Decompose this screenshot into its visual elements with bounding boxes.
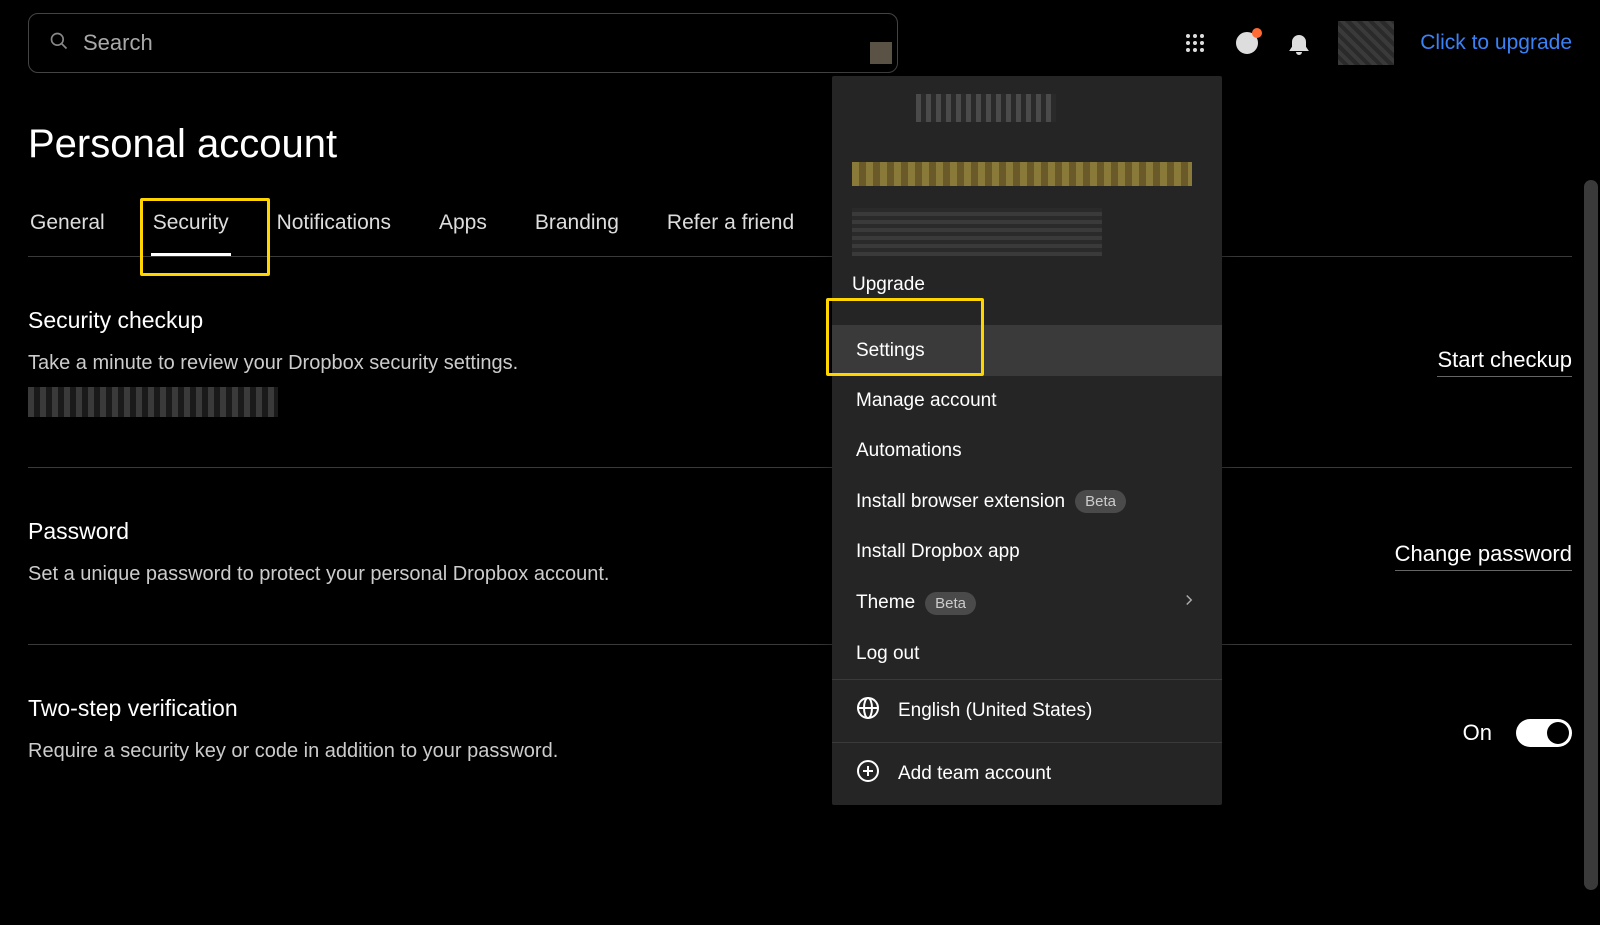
- tab-security[interactable]: Security: [151, 197, 231, 256]
- tab-branding[interactable]: Branding: [533, 197, 621, 256]
- dropdown-upgrade-link[interactable]: Upgrade: [852, 274, 925, 299]
- section-title: Security checkup: [28, 307, 1437, 334]
- toggle-knob-icon: [1547, 722, 1569, 744]
- menu-item-install-app[interactable]: Install Dropbox app: [832, 527, 1222, 577]
- globe-icon: [856, 696, 880, 726]
- tabs: General Security Notifications Apps Bran…: [28, 197, 1572, 257]
- upgrade-link[interactable]: Click to upgrade: [1420, 31, 1572, 55]
- redacted-text: [28, 387, 278, 417]
- redacted-plan: [852, 208, 1102, 256]
- menu-item-settings[interactable]: Settings: [832, 326, 1222, 376]
- menu-item-logout[interactable]: Log out: [832, 629, 1222, 679]
- toggle-state-label: On: [1463, 720, 1492, 746]
- menu-item-install-extension[interactable]: Install browser extensionBeta: [832, 476, 1222, 527]
- tab-notifications[interactable]: Notifications: [275, 197, 393, 256]
- section-desc: Take a minute to review your Dropbox sec…: [28, 352, 1437, 375]
- menu-item-automations[interactable]: Automations: [832, 426, 1222, 476]
- beta-badge: Beta: [925, 592, 976, 615]
- avatar[interactable]: [1338, 21, 1394, 65]
- tab-general[interactable]: General: [28, 197, 107, 256]
- change-password-button[interactable]: Change password: [1395, 541, 1572, 571]
- page-title: Personal account: [0, 86, 1600, 197]
- bell-icon[interactable]: [1286, 30, 1312, 56]
- menu-item-theme[interactable]: ThemeBeta: [832, 577, 1222, 629]
- section-password: Password Set a unique password to protec…: [28, 468, 1572, 645]
- scrollbar[interactable]: [1584, 180, 1598, 890]
- search-box[interactable]: [28, 13, 898, 73]
- section-security-checkup: Security checkup Take a minute to review…: [28, 257, 1572, 468]
- help-icon[interactable]: [1234, 30, 1260, 56]
- apps-grid-icon[interactable]: [1182, 30, 1208, 56]
- account-dropdown: Upgrade Settings Manage account Automati…: [832, 76, 1222, 805]
- plus-circle-icon: [856, 759, 880, 789]
- notification-dot-icon: [1252, 28, 1262, 38]
- redacted-avatar: [870, 42, 892, 64]
- section-title: Two-step verification: [28, 695, 1463, 722]
- chevron-right-icon: [1180, 591, 1198, 615]
- section-desc: Require a security key or code in additi…: [28, 740, 1463, 763]
- start-checkup-button[interactable]: Start checkup: [1437, 347, 1572, 377]
- menu-item-language[interactable]: English (United States): [832, 680, 1222, 742]
- search-icon: [49, 31, 69, 56]
- tab-apps[interactable]: Apps: [437, 197, 489, 256]
- redacted-email: [852, 162, 1192, 186]
- beta-badge: Beta: [1075, 490, 1126, 513]
- menu-item-manage-account[interactable]: Manage account: [832, 376, 1222, 426]
- menu-item-add-team[interactable]: Add team account: [832, 743, 1222, 805]
- section-two-step: Two-step verification Require a security…: [28, 645, 1572, 821]
- redacted-name: [916, 94, 1056, 122]
- search-input[interactable]: [83, 30, 877, 56]
- two-step-toggle[interactable]: [1516, 719, 1572, 747]
- tab-refer-friend[interactable]: Refer a friend: [665, 197, 796, 256]
